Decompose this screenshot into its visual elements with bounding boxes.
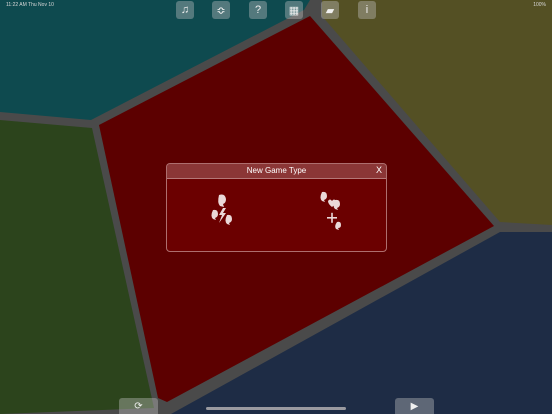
status-battery: 100% xyxy=(533,2,546,8)
team-icon xyxy=(320,191,341,230)
folder-button[interactable]: ▰ xyxy=(321,1,339,19)
dialog-title: New Game Type xyxy=(246,166,307,175)
music-icon: ♫ xyxy=(180,4,190,16)
pieces-icon: ▦ xyxy=(288,4,300,17)
play-button[interactable]: ▶ xyxy=(395,398,434,414)
new-game-type-dialog: New Game Type X xyxy=(166,163,387,252)
cards-button[interactable]: ≎ xyxy=(212,1,230,19)
restart-icon: ⟳ xyxy=(134,400,143,412)
versus-game-button[interactable] xyxy=(203,190,243,230)
music-button[interactable]: ♫ xyxy=(176,1,194,19)
info-icon: i xyxy=(365,4,369,16)
dialog-header: New Game Type X xyxy=(167,164,386,179)
help-button[interactable]: ? xyxy=(249,1,267,19)
close-button[interactable]: X xyxy=(376,165,382,175)
restart-button[interactable]: ⟳ xyxy=(119,398,158,414)
team-game-button[interactable] xyxy=(309,190,349,230)
cards-icon: ≎ xyxy=(216,4,226,17)
home-indicator xyxy=(206,407,346,410)
folder-icon: ▰ xyxy=(325,4,335,17)
info-button[interactable]: i xyxy=(358,1,376,19)
help-icon: ? xyxy=(254,4,262,16)
status-time: 11:22 AM Thu Nov 10 xyxy=(6,2,54,8)
pieces-button[interactable]: ▦ xyxy=(285,1,303,19)
play-icon: ▶ xyxy=(410,400,419,412)
versus-icon xyxy=(211,194,232,225)
